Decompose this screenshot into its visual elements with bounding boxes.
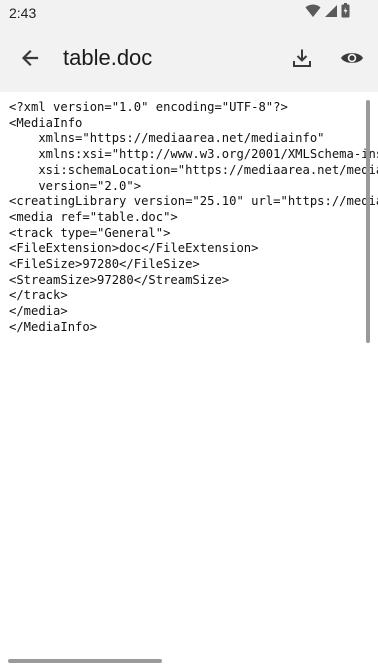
xml-content-area[interactable]: <?xml version="1.0" encoding="UTF-8"?> <M…	[0, 92, 378, 658]
status-icons	[305, 3, 350, 23]
code-line: <track type="General">	[9, 225, 171, 240]
code-line: <media ref="table.doc">	[9, 209, 178, 224]
cell-signal-icon	[324, 4, 338, 23]
horizontal-scrollbar[interactable]	[8, 659, 162, 663]
download-button[interactable]	[286, 44, 318, 76]
code-line: <StreamSize>97280</StreamSize>	[9, 272, 230, 287]
battery-icon	[341, 3, 350, 23]
app-bar: table.doc	[0, 28, 378, 92]
download-icon	[291, 47, 313, 74]
status-bar: 2:43	[0, 0, 378, 28]
code-line: </media>	[9, 304, 68, 319]
code-line: </MediaInfo>	[9, 319, 98, 334]
code-line: xsi:schemaLocation="https://mediaarea.ne…	[38, 162, 378, 177]
wifi-icon	[305, 4, 321, 23]
code-line: </track>	[9, 288, 68, 303]
code-line: <MediaInfo	[9, 115, 83, 130]
page-title: table.doc	[63, 45, 153, 70]
status-time: 2:43	[9, 5, 37, 21]
code-line: <creatingLibrary version="25.10" url="ht…	[9, 194, 378, 209]
vertical-scrollbar[interactable]	[366, 100, 370, 343]
back-button[interactable]	[14, 44, 46, 76]
arrow-back-icon	[20, 48, 40, 73]
code-line: xmlns:xsi="http://www.w3.org/2001/XMLSch…	[38, 147, 378, 162]
code-line: xmlns="https://mediaarea.net/mediainfo"	[9, 131, 325, 146]
preview-button[interactable]	[336, 44, 368, 76]
code-line: <FileSize>97280</FileSize>	[9, 257, 200, 272]
code-line: <?xml version="1.0" encoding="UTF-8"?>	[9, 100, 288, 114]
xml-code-view: <?xml version="1.0" encoding="UTF-8"?> <M…	[9, 100, 378, 336]
eye-icon	[340, 50, 364, 71]
code-line: version="2.0">	[9, 178, 142, 193]
code-line: <FileExtension>doc</FileExtension>	[9, 241, 259, 256]
